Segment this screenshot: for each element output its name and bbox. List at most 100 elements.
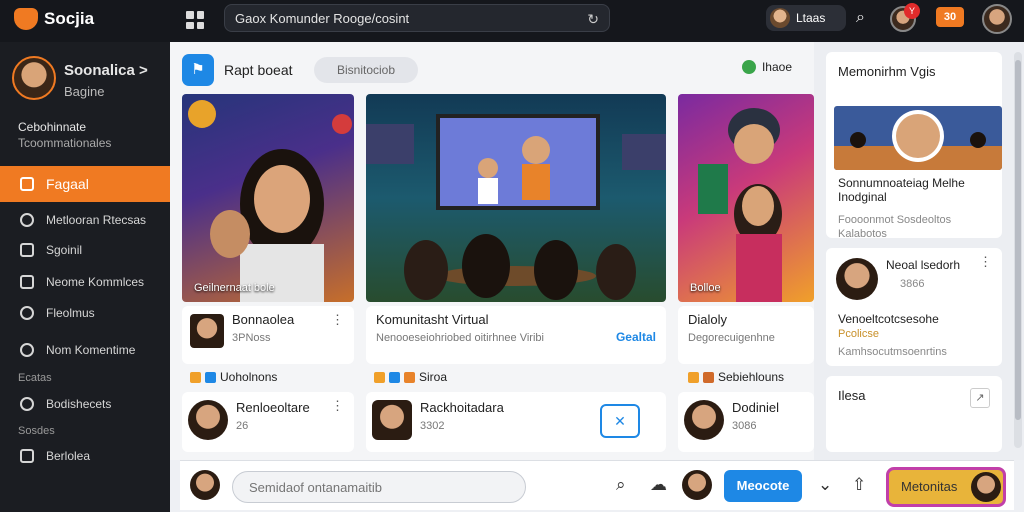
friend-card[interactable]: Dodiniel 3086 xyxy=(678,392,814,452)
tag-icon xyxy=(688,371,699,383)
sidebar-item-label: Neome Kommlces xyxy=(46,275,145,289)
search-icon[interactable]: ⌕ xyxy=(856,9,865,27)
video-link[interactable]: Gealtal xyxy=(616,330,656,344)
sidebar-item-label: Bodishecets xyxy=(46,397,112,411)
creator-avatar xyxy=(190,314,224,348)
send-button[interactable]: Meocote xyxy=(724,470,802,502)
header-chip[interactable]: Ihaoe xyxy=(741,60,792,74)
tag-label: Siroa xyxy=(419,370,448,384)
more-vert-icon[interactable]: ⋮ xyxy=(331,312,344,328)
promo-button[interactable]: Metonitas xyxy=(886,467,1006,507)
card-caption: Sonnumnoateiag Melhe Inodginal xyxy=(838,176,965,204)
video-card-2[interactable]: Komunitasht Virtual Nenooeseiohriobed oi… xyxy=(366,306,666,364)
search-icon[interactable]: ⌕ xyxy=(616,475,626,495)
top-bar: Socjia Gaox Komunder Rooge/cosint ↻ Ltaa… xyxy=(0,0,1024,42)
contact-avatar[interactable] xyxy=(682,470,712,500)
video-card-1[interactable]: Bonnaolea 3PNoss ⋮ xyxy=(182,306,354,364)
check-icon xyxy=(205,371,216,383)
tag-row[interactable]: Sebiehlouns xyxy=(688,370,784,384)
more-vert-icon[interactable]: ⋮ xyxy=(979,254,992,270)
tag-row[interactable]: Siroa xyxy=(374,370,447,384)
tag-icon xyxy=(389,371,400,383)
promo-button-label: Metonitas xyxy=(901,479,958,494)
thumbnail-caption: Geilnernaat bole xyxy=(194,282,275,294)
suggestion-avatar xyxy=(836,258,878,300)
scrollbar-thumb[interactable] xyxy=(1015,60,1021,420)
friend-card[interactable]: Renloeoltare 26 ⋮ xyxy=(182,392,354,452)
message-input[interactable] xyxy=(232,471,526,503)
sidebar-item-label: Fagaal xyxy=(46,176,89,192)
profile-suggestion-card[interactable]: Neoal lsedorh 3866 ⋮ Venoeltcotcsesohe P… xyxy=(826,248,1002,366)
address-text: Gaox Komunder Rooge/cosint xyxy=(235,11,410,26)
sidebar-item-settings[interactable]: Fleolmus xyxy=(0,295,170,331)
header-chip-label: Ihaoe xyxy=(761,60,792,74)
video-thumbnail-1[interactable]: Geilnernaat bole xyxy=(182,94,354,302)
live-label: Ltaas xyxy=(796,11,826,25)
more-vert-icon[interactable]: ⋮ xyxy=(331,398,344,414)
heart-logo-icon xyxy=(14,8,38,30)
suggestion-meta: 3866 xyxy=(900,278,925,290)
chevron-down-icon[interactable]: ⌄ xyxy=(818,475,832,495)
expand-icon[interactable]: ↗ xyxy=(970,388,990,408)
live-chip[interactable]: Ltaas xyxy=(766,5,846,31)
profile-name[interactable]: Soonalica > xyxy=(64,62,148,79)
sidebar-item-globe[interactable]: Nom Komentime xyxy=(0,332,170,368)
main-header: ⚑ Rapt boeat Bisnitociob Ihaoe xyxy=(182,54,802,88)
sidebar-section-title: Ecatas xyxy=(18,372,52,384)
sidebar-item-label: Nom Komentime xyxy=(46,343,136,357)
friend-meta: 3086 xyxy=(732,420,757,432)
video-card-3[interactable]: Dialoly Degorecuigenhne xyxy=(678,306,814,364)
address-bar[interactable]: Gaox Komunder Rooge/cosint ↻ xyxy=(224,4,610,32)
card-subtext: Kalabotos xyxy=(838,228,887,240)
apps-grid-icon[interactable] xyxy=(186,11,204,29)
video-thumbnail-2[interactable] xyxy=(366,94,666,302)
profile-sub: Bagine xyxy=(64,84,105,99)
share-icon[interactable]: ✕ xyxy=(600,404,640,438)
notification-icon[interactable]: ⇧ xyxy=(852,475,866,495)
reload-icon[interactable]: ↻ xyxy=(587,11,599,28)
app-logo[interactable]: Socjia xyxy=(14,8,94,30)
page-title: Rapt boeat xyxy=(224,62,293,78)
sidebar-item-list[interactable]: Sgoinil xyxy=(0,232,170,268)
promo-avatar xyxy=(971,472,1001,502)
profile-avatar[interactable] xyxy=(12,56,56,100)
video-title: Bonnaolea xyxy=(232,312,295,327)
notification-badge: Y xyxy=(904,3,920,19)
sidebar-item-label: Berlolea xyxy=(46,449,91,463)
friend-meta: 26 xyxy=(236,420,249,432)
friend-meta: 3302 xyxy=(420,420,445,432)
sidebar-item-label: Fleolmus xyxy=(46,306,95,320)
friend-name: Dodiniel xyxy=(732,400,779,415)
sidebar-item-label: Sgoinil xyxy=(46,243,83,257)
friend-card[interactable]: Rackhoitadara 3302 ✕ xyxy=(366,392,666,452)
card-title: Ilesa xyxy=(838,388,866,403)
tag-icon xyxy=(190,371,201,383)
status-dot-icon xyxy=(741,60,756,74)
filter-pill[interactable]: Bisnitociob xyxy=(314,57,418,83)
live-avatar xyxy=(770,8,790,28)
sidebar-section-title: Sosdes xyxy=(18,425,55,437)
friend-avatar xyxy=(188,400,228,440)
coins-badge[interactable]: 30 xyxy=(936,7,964,27)
cloud-icon[interactable]: ☁ xyxy=(650,475,667,495)
video-meta: 3PNoss xyxy=(232,332,271,344)
sidebar-item-section2[interactable]: Berlolea xyxy=(0,438,170,474)
suggested-card[interactable]: Memonirhm Vgis Sonnumnoateiag Melhe Inod… xyxy=(826,52,1002,240)
sidebar-item-home[interactable]: Fagaal xyxy=(0,166,170,202)
list-icon xyxy=(20,243,34,257)
settings-icon xyxy=(20,306,34,320)
sidebar: Soonalica > Bagine Cebohinnate Tcoommati… xyxy=(0,42,170,512)
friend-name: Renloeoltare xyxy=(236,400,310,415)
suggestion-name: Neoal lsedorh xyxy=(886,258,961,272)
app-icon[interactable]: ⚑ xyxy=(182,54,214,86)
card-subtext: Foooonmot Sosdeoltos xyxy=(838,214,952,226)
user-avatar[interactable] xyxy=(982,4,1012,34)
video-thumbnail-3[interactable]: Bolloe xyxy=(678,94,814,302)
tag-row[interactable]: Uoholnons xyxy=(190,370,277,384)
notes-card[interactable]: Ilesa ↗ xyxy=(826,376,1002,452)
sidebar-subheading: Tcoommationales xyxy=(18,136,112,150)
group-icon xyxy=(20,213,34,227)
video-meta: Nenooeseiohriobed oitirhnee Viribi xyxy=(376,332,544,344)
sidebar-item-section1[interactable]: Bodishecets xyxy=(0,386,170,422)
tag-icon xyxy=(374,371,385,383)
